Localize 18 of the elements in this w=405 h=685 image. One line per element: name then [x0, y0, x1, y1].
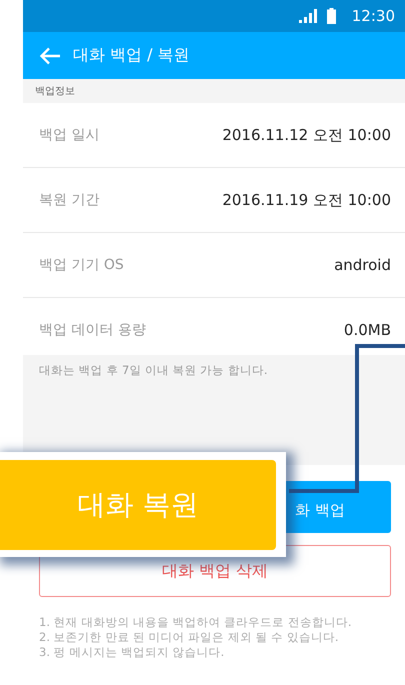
signal-icon	[298, 9, 317, 23]
screen-title: 대화 백업 / 복원	[73, 45, 190, 66]
info-value: 2016.11.12 오전 10:00	[222, 126, 391, 144]
note-text: 3. 펑 메시지는 백업되지 않습니다.	[39, 645, 226, 660]
note-text: 2. 보존기한 만료 된 미디어 파일은 제외 될 수 있습니다.	[39, 630, 340, 645]
info-value: 2016.11.19 오전 10:00	[222, 190, 391, 210]
notice-text: 대화는 백업 후 7일 이내 복원 가능 합니다.	[23, 355, 405, 465]
info-label: 복원 기간	[39, 191, 100, 209]
info-value: 0.0MB	[344, 321, 391, 339]
section-header: 백업정보	[23, 79, 405, 103]
battery-icon	[326, 8, 336, 24]
info-label: 백업 일시	[39, 126, 100, 144]
info-label: 백업 데이터 용량	[39, 321, 146, 339]
info-value: android	[334, 256, 391, 274]
back-icon[interactable]	[39, 46, 61, 64]
note-text: 1. 현재 대화방의 내용을 백업하여 클라우드로 전송합니다.	[39, 615, 353, 630]
status-time: 12:30	[352, 7, 395, 25]
info-label: 백업 기기 OS	[39, 256, 124, 274]
